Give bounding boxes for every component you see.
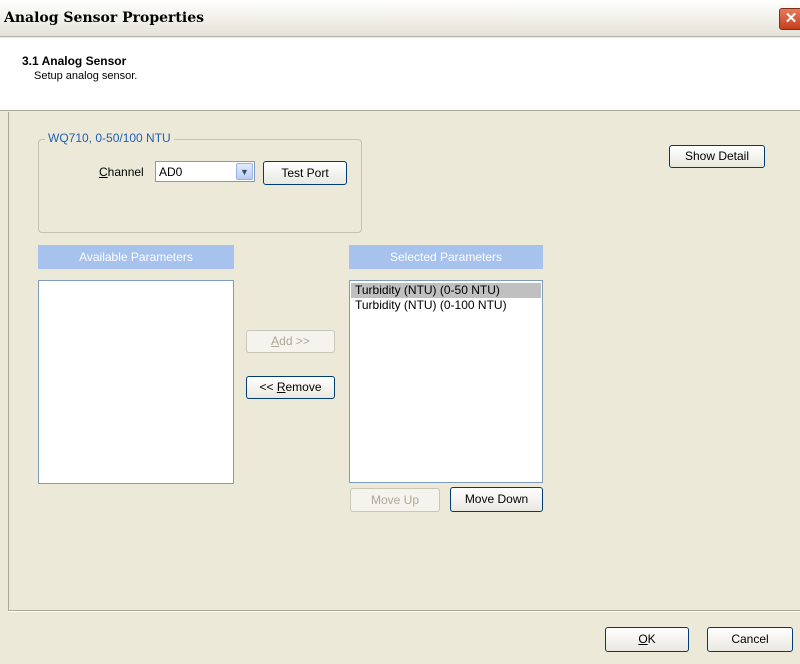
chevron-down-icon[interactable]: ▼ [236, 163, 253, 180]
ok-button-label: K [647, 632, 656, 646]
available-parameters-header: Available Parameters [38, 245, 234, 269]
add-button[interactable]: Add >> [246, 330, 335, 353]
move-down-button[interactable]: Move Down [450, 487, 543, 512]
move-up-button[interactable]: Move Up [350, 488, 440, 512]
channel-label-rest: hannel [107, 165, 144, 179]
remove-button[interactable]: << Remove [246, 376, 335, 399]
remove-button-accel: R [276, 380, 286, 394]
page-subtitle: Setup analog sensor. [34, 70, 138, 82]
add-button-label: dd >> [279, 334, 310, 348]
list-item[interactable]: Turbidity (NTU) (0-50 NTU) [351, 283, 541, 298]
channel-label: Channel [99, 165, 144, 179]
close-icon[interactable]: ✕ [779, 8, 800, 30]
list-item[interactable]: Turbidity (NTU) (0-100 NTU) [351, 298, 541, 313]
ok-button-accel: O [638, 632, 648, 646]
remove-button-prefix: << [259, 380, 277, 394]
wizard-header: 3.1 Analog Sensor Setup analog sensor. [0, 38, 800, 111]
sensor-group-box [38, 139, 362, 233]
window-title: Analog Sensor Properties [4, 10, 204, 26]
page-title: 3.1 Analog Sensor [22, 54, 127, 68]
test-port-button[interactable]: Test Port [263, 161, 347, 185]
selected-parameters-header: Selected Parameters [349, 245, 543, 269]
selected-parameters-list[interactable]: Turbidity (NTU) (0-50 NTU) Turbidity (NT… [349, 280, 543, 483]
available-parameters-list[interactable] [38, 280, 234, 484]
channel-select[interactable]: AD0 ▼ [155, 161, 255, 182]
channel-select-value: AD0 [159, 165, 183, 179]
remove-button-label: emove [285, 380, 322, 394]
show-detail-button[interactable]: Show Detail [669, 145, 765, 168]
footer-divider [8, 610, 800, 612]
sensor-group-legend: WQ710, 0-50/100 NTU [45, 131, 174, 145]
add-button-accel: A [271, 334, 280, 348]
cancel-button[interactable]: Cancel [707, 627, 793, 652]
ok-button[interactable]: OK [605, 627, 689, 652]
channel-label-accel: C [99, 165, 108, 179]
